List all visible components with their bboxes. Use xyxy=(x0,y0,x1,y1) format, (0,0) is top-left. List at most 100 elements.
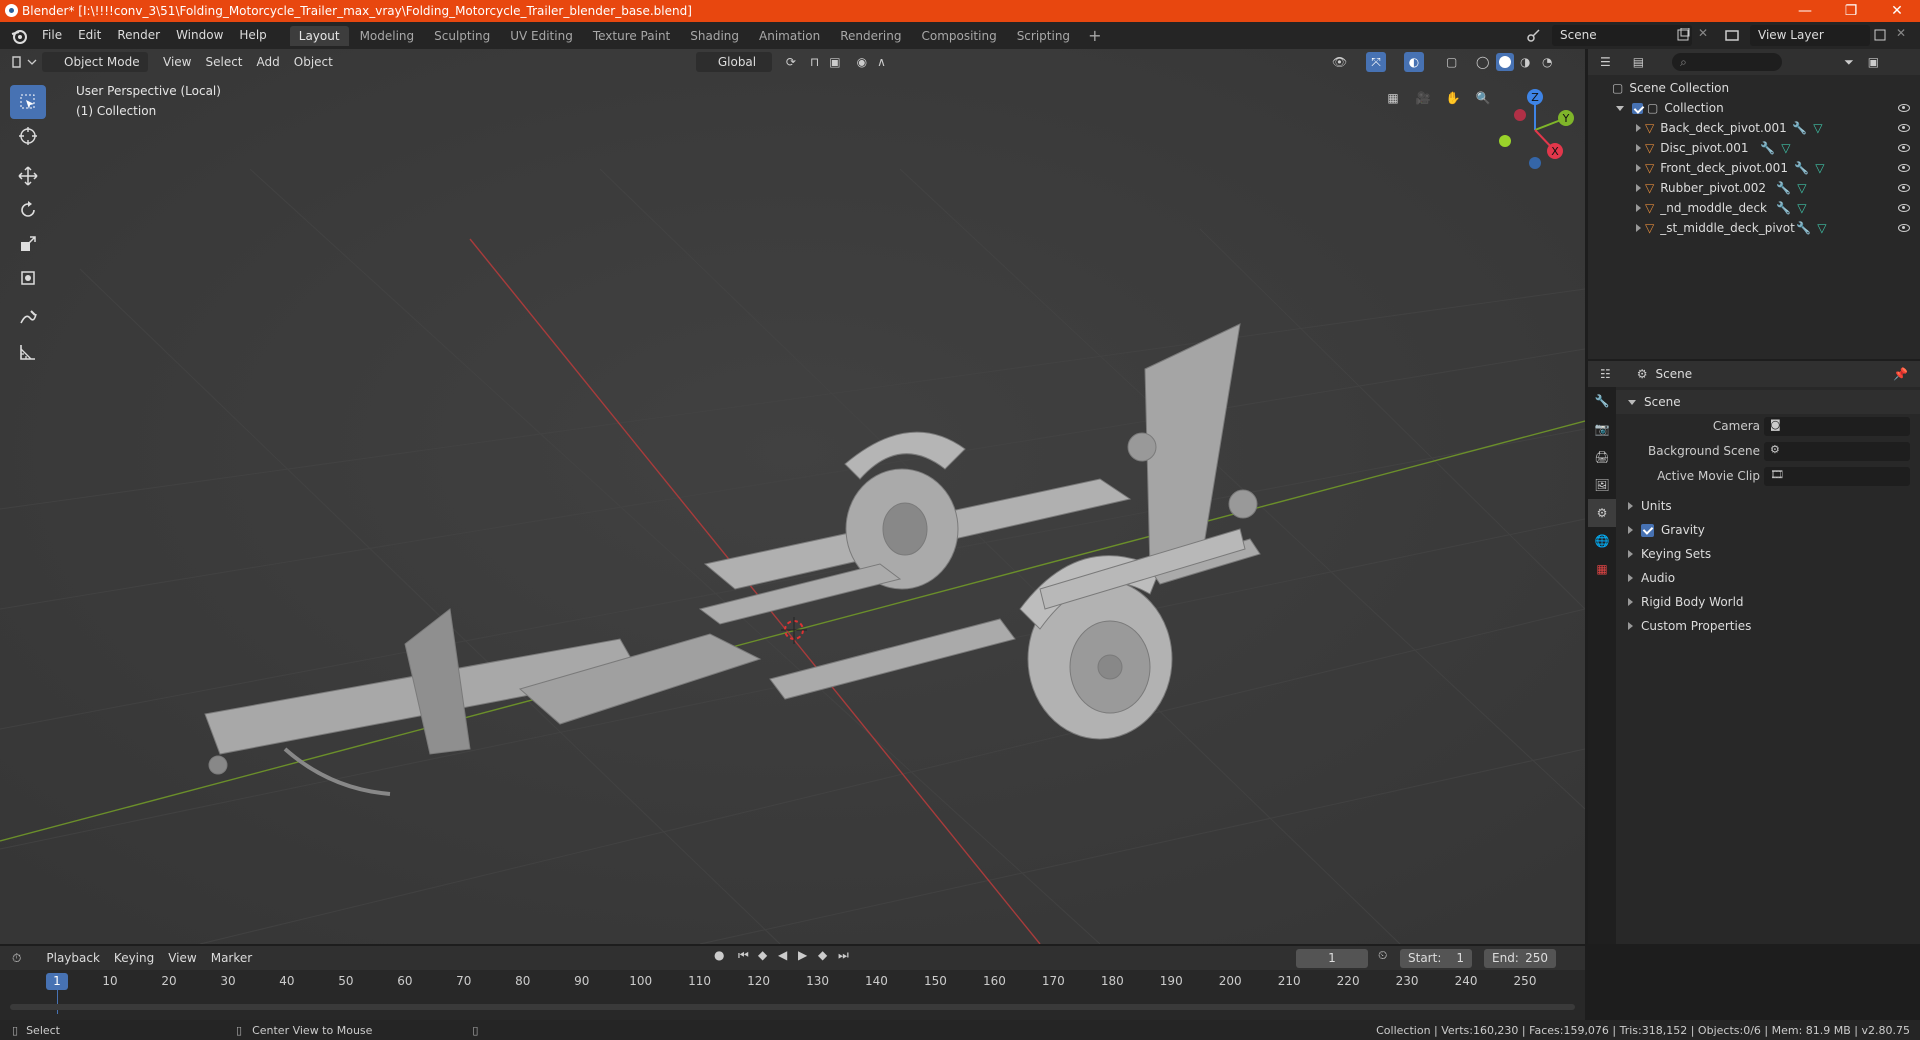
xray-icon[interactable]: ▢ xyxy=(1446,55,1457,69)
filter-icon[interactable]: ⏷ xyxy=(1844,55,1854,70)
add-workspace-button[interactable]: + xyxy=(1080,26,1109,45)
rendered-shading-icon[interactable]: ◔ xyxy=(1542,55,1552,69)
measure-tool[interactable] xyxy=(10,335,46,369)
perspective-toggle-icon[interactable]: ▦ xyxy=(1380,85,1406,111)
outliner-item[interactable]: ▽ _st_middle_deck_pivot 🔧 ▽ xyxy=(1588,218,1920,238)
outliner-item[interactable]: ▽ Front_deck_pivot.001 🔧 ▽ xyxy=(1588,158,1920,178)
falloff-icon[interactable]: ∧ xyxy=(877,55,886,69)
outliner-scene-collection[interactable]: ▢ Scene Collection xyxy=(1588,78,1920,98)
gravity-checkbox[interactable] xyxy=(1641,523,1654,537)
next-keyframe-icon[interactable]: ◆ xyxy=(818,948,827,962)
delete-scene-icon[interactable]: ✕ xyxy=(1698,26,1708,40)
units-section[interactable]: Units xyxy=(1616,494,1920,518)
visibility-icon[interactable] xyxy=(1898,124,1910,132)
expand-icon[interactable] xyxy=(1636,164,1641,172)
tab-uv-editing[interactable]: UV Editing xyxy=(501,26,582,46)
world-tab-icon[interactable]: 🌐 xyxy=(1588,527,1616,555)
menu-help[interactable]: Help xyxy=(231,22,274,49)
timeline-ruler[interactable]: 10 20 30 40 50 60 70 80 90 100 110 120 130 140 150 160 1… xyxy=(0,970,1585,992)
camera-view-icon[interactable]: 🎥 xyxy=(1410,85,1436,111)
tab-scripting[interactable]: Scripting xyxy=(1008,26,1079,46)
minimize-button[interactable]: — xyxy=(1782,0,1828,22)
move-tool[interactable] xyxy=(10,159,46,193)
start-frame-field[interactable]: Start: 1 xyxy=(1400,949,1472,968)
snap-target-icon[interactable]: ▣ xyxy=(829,55,840,69)
tab-compositing[interactable]: Compositing xyxy=(912,26,1005,46)
new-collection-icon[interactable]: ▣ xyxy=(1868,55,1879,69)
rotate-tool[interactable] xyxy=(10,193,46,227)
collection-visibility-icon[interactable] xyxy=(1898,104,1910,112)
prev-keyframe-icon[interactable]: ◆ xyxy=(758,948,767,962)
expand-icon[interactable] xyxy=(1636,144,1641,152)
tab-sculpting[interactable]: Sculpting xyxy=(425,26,499,46)
viewport-menu-add[interactable]: Add xyxy=(250,52,287,72)
outliner-editor-type-icon[interactable]: ☰ xyxy=(1600,55,1611,69)
playhead[interactable]: 1 xyxy=(46,973,68,990)
tab-modeling[interactable]: Modeling xyxy=(351,26,424,46)
expand-icon[interactable] xyxy=(1636,184,1641,192)
transform-orientation-dropdown[interactable]: Global xyxy=(695,52,772,72)
render-tab-icon[interactable]: 📷 xyxy=(1588,415,1616,443)
custom-properties-section[interactable]: Custom Properties xyxy=(1616,614,1920,638)
3d-viewport[interactable]: Object Mode View Select Add Object Globa… xyxy=(0,49,1585,944)
snap-icon[interactable]: ⊓ xyxy=(810,55,819,69)
material-shading-icon[interactable]: ◑ xyxy=(1520,55,1530,69)
expand-icon[interactable] xyxy=(1636,124,1641,132)
cursor-tool[interactable] xyxy=(10,119,46,153)
outliner-item[interactable]: ▽ _nd_moddle_deck 🔧 ▽ xyxy=(1588,198,1920,218)
active-movie-clip-field[interactable]: 🎞 xyxy=(1764,466,1910,486)
scene-tab-icon[interactable]: ⚙ xyxy=(1588,499,1616,527)
timeline-scrollbar[interactable] xyxy=(10,1004,1575,1010)
units-expand-icon[interactable] xyxy=(1628,502,1633,510)
tab-rendering[interactable]: Rendering xyxy=(831,26,910,46)
menu-edit[interactable]: Edit xyxy=(70,22,109,49)
pivot-point-icon[interactable]: ⟳ xyxy=(786,55,796,69)
viewport-menu-view[interactable]: View xyxy=(156,52,198,72)
audio-section[interactable]: Audio xyxy=(1616,566,1920,590)
object-mode-dropdown[interactable]: Object Mode xyxy=(42,52,148,72)
delete-view-layer-icon[interactable]: ✕ xyxy=(1896,26,1906,40)
wireframe-shading-icon[interactable]: ◯ xyxy=(1476,55,1489,69)
scene-panel-header[interactable]: Scene xyxy=(1616,390,1920,414)
solid-shading-icon[interactable] xyxy=(1496,53,1514,71)
outliner-search-input[interactable]: ⌕ xyxy=(1672,53,1783,71)
menu-file[interactable]: File xyxy=(34,22,70,49)
tab-animation[interactable]: Animation xyxy=(750,26,829,46)
close-button[interactable]: ✕ xyxy=(1874,0,1920,22)
visibility-icon[interactable] xyxy=(1898,204,1910,212)
neg-z-axis-icon[interactable] xyxy=(1529,157,1541,169)
maximize-button[interactable]: ❐ xyxy=(1828,0,1874,22)
neg-x-axis-icon[interactable] xyxy=(1514,109,1526,121)
pin-icon[interactable]: 📌 xyxy=(1893,367,1908,381)
visibility-icon[interactable] xyxy=(1898,144,1910,152)
timeline-menu-keying[interactable]: Keying xyxy=(107,948,161,968)
view-layer-tab-icon[interactable]: 🖼 xyxy=(1588,471,1616,499)
new-scene-icon[interactable] xyxy=(1676,28,1690,42)
tab-texture-paint[interactable]: Texture Paint xyxy=(584,26,679,46)
scene-panel-expand-icon[interactable] xyxy=(1628,399,1636,405)
viewport-menu-select[interactable]: Select xyxy=(198,52,249,72)
viewport-menu-object[interactable]: Object xyxy=(287,52,340,72)
play-icon[interactable]: ▶ xyxy=(798,948,807,962)
zoom-icon[interactable]: 🔍 xyxy=(1470,85,1496,111)
jump-start-icon[interactable]: ⏮ xyxy=(738,948,749,963)
navigation-gizmo[interactable]: Z Y X xyxy=(1490,85,1580,175)
gizmo-toggle-icon[interactable]: ⤧ xyxy=(1366,52,1386,72)
properties-editor-type-icon[interactable]: ☷ xyxy=(1600,367,1611,381)
timeline-menu-view[interactable]: View xyxy=(161,948,203,968)
outliner-item[interactable]: ▽ Rubber_pivot.002 🔧 ▽ xyxy=(1588,178,1920,198)
output-tab-icon[interactable]: 🖨 xyxy=(1588,443,1616,471)
outliner-collection[interactable]: ▢ Collection xyxy=(1588,98,1920,118)
visibility-icon[interactable]: 👁 xyxy=(1332,55,1347,69)
proportional-editing-icon[interactable]: ◉ xyxy=(857,55,867,69)
outliner-item[interactable]: ▽ Back_deck_pivot.001 🔧 ▽ xyxy=(1588,118,1920,138)
tab-layout[interactable]: Layout xyxy=(289,25,349,46)
viewport-canvas[interactable] xyxy=(0,49,1585,944)
transform-tool[interactable] xyxy=(10,261,46,295)
pan-hand-icon[interactable]: ✋ xyxy=(1440,85,1466,111)
visibility-icon[interactable] xyxy=(1898,164,1910,172)
timeline-editor-type-icon[interactable]: ⏱ xyxy=(12,951,21,966)
current-frame-field[interactable]: 1 xyxy=(1296,949,1368,968)
custom-properties-expand-icon[interactable] xyxy=(1628,622,1633,630)
outliner-item[interactable]: ▽ Disc_pivot.001 🔧 ▽ xyxy=(1588,138,1920,158)
